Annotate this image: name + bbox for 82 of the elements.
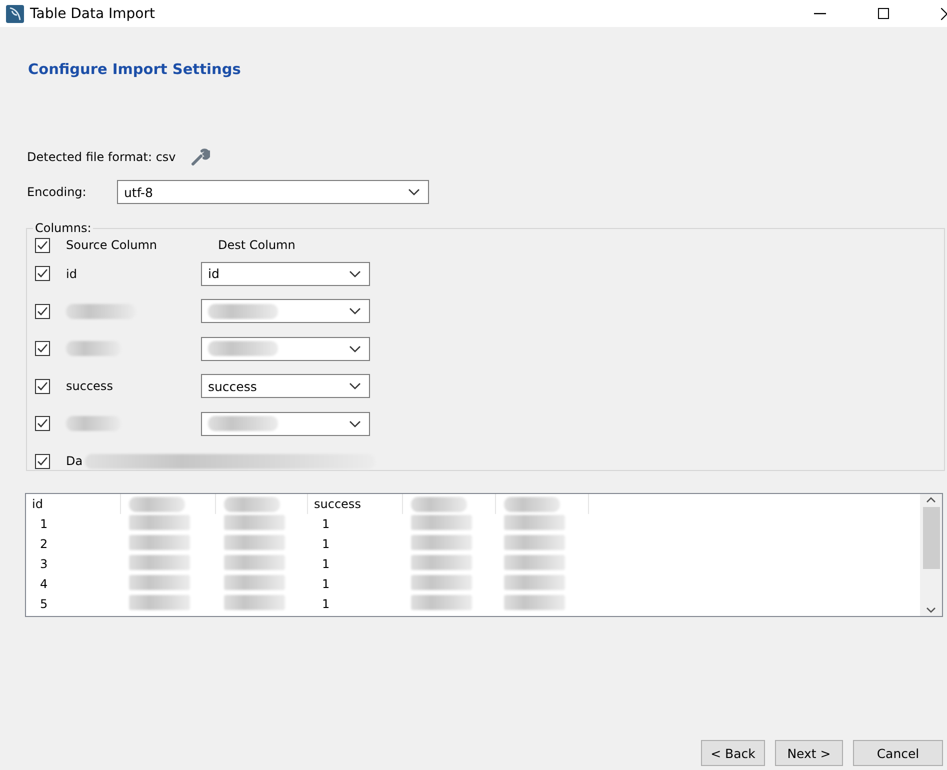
- close-icon[interactable]: [941, 8, 947, 20]
- checkbox[interactable]: [35, 378, 50, 394]
- scroll-down-icon[interactable]: [926, 607, 936, 613]
- minimize-icon[interactable]: [814, 12, 826, 14]
- blurred-text: [504, 575, 565, 590]
- blurred-text: [66, 341, 121, 356]
- blurred-text: [411, 496, 467, 512]
- column-name: Da: [66, 454, 83, 468]
- blurred-text: [224, 535, 285, 550]
- wrench-icon[interactable]: [190, 147, 210, 167]
- blurred-text: [208, 416, 278, 432]
- blurred-text: [411, 515, 472, 530]
- blurred-text: [504, 555, 565, 570]
- blurred-text: [504, 535, 565, 550]
- blurred-text: [208, 341, 278, 356]
- blurred-text: [129, 535, 190, 550]
- blurred-text: [224, 575, 285, 590]
- table-cell-text: 1: [39, 517, 48, 531]
- blurred-text: [411, 595, 472, 610]
- blurred-text: [224, 496, 280, 512]
- encoding-label: Encoding:: [27, 185, 88, 199]
- blurred-text: [224, 555, 285, 570]
- blurred-text: [411, 535, 472, 550]
- window-title: Table Data Import: [30, 6, 156, 22]
- blurred-text: [224, 595, 285, 610]
- table-cell-text: 5: [39, 597, 48, 611]
- chevron-down-icon: [349, 270, 361, 278]
- dropdown[interactable]: id: [201, 262, 370, 286]
- chevron-down-icon: [349, 307, 361, 316]
- checkbox[interactable]: [35, 304, 50, 319]
- column-header[interactable]: success: [308, 497, 361, 511]
- checkbox[interactable]: [35, 454, 50, 469]
- blurred-text: [129, 496, 185, 512]
- table-cell-text: 1: [321, 537, 330, 551]
- blurred-text: [66, 304, 136, 319]
- format-label: Detected file format: csv: [27, 150, 176, 164]
- back-button[interactable]: < Back: [701, 740, 765, 766]
- blurred-text: [129, 515, 190, 530]
- next-button[interactable]: Next >: [775, 740, 843, 766]
- dropdown[interactable]: [201, 299, 370, 324]
- blurred-text: [411, 575, 472, 590]
- scroll-up-icon[interactable]: [926, 497, 936, 503]
- checkbox[interactable]: [35, 341, 50, 356]
- dropdown[interactable]: [201, 412, 370, 436]
- table-cell-text: 1: [321, 517, 330, 531]
- column-header: Source Column: [66, 238, 158, 252]
- blurred-text: [411, 555, 472, 570]
- chevron-down-icon: [349, 382, 361, 390]
- blurred-text: [129, 575, 190, 590]
- maximize-icon[interactable]: [878, 8, 889, 19]
- chevron-down-icon: [408, 188, 420, 196]
- column-header: Dest Column: [218, 238, 296, 252]
- dropdown[interactable]: utf-8: [117, 180, 429, 204]
- dropdown[interactable]: [201, 336, 370, 361]
- blurred-text: [504, 595, 565, 610]
- blurred-text: [129, 555, 190, 570]
- table-cell-text: 4: [39, 577, 48, 591]
- table-cell-text: 1: [321, 557, 330, 571]
- table-cell-text: 2: [39, 537, 48, 551]
- blurred-text: [504, 496, 560, 512]
- column-name: success: [66, 379, 113, 394]
- cancel-button[interactable]: Cancel: [853, 740, 943, 766]
- column-name: id: [66, 266, 77, 281]
- checkbox[interactable]: [35, 266, 50, 282]
- table-cell-text: 1: [321, 577, 330, 591]
- dropdown[interactable]: success: [201, 374, 370, 398]
- table-cell-text: 3: [39, 557, 48, 571]
- dolphin-logo-icon: [6, 4, 24, 22]
- chevron-down-icon: [349, 344, 361, 353]
- table-cell-text: 1: [321, 597, 330, 611]
- column-header[interactable]: id: [26, 497, 43, 511]
- checkbox[interactable]: [35, 238, 50, 252]
- group-label: Columns:: [34, 221, 92, 235]
- checkbox[interactable]: [35, 416, 50, 432]
- blurred-text: [66, 416, 121, 432]
- chevron-down-icon: [349, 420, 361, 428]
- scrollbar[interactable]: [920, 494, 942, 616]
- blurred-text: [504, 515, 565, 530]
- blurred-text: [208, 304, 278, 319]
- page-heading: Configure Import Settings: [28, 62, 241, 78]
- blurred-text: [129, 595, 190, 610]
- blurred-text: [224, 515, 285, 530]
